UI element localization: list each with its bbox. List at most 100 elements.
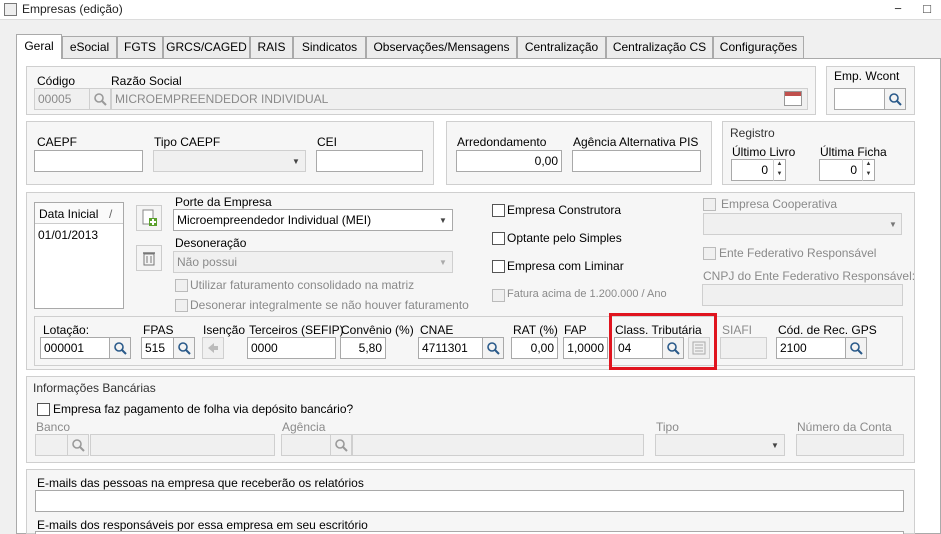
construtora-checkbox[interactable] (492, 204, 505, 217)
fap-input[interactable]: 1,0000 (563, 337, 608, 359)
emails-responsaveis-label: E-mails dos responsáveis por essa empres… (37, 518, 368, 532)
tab-geral[interactable]: Geral (16, 34, 62, 59)
cnae-input[interactable]: 4711301 (418, 337, 483, 359)
conta-input[interactable] (796, 434, 904, 456)
tipo-caepf-label: Tipo CAEPF (154, 135, 221, 149)
search-icon (94, 93, 107, 106)
convenio-input[interactable]: 5,80 (340, 337, 386, 359)
fpas-input[interactable]: 515 (141, 337, 174, 359)
highlight-box (609, 313, 717, 370)
cooperativa-checkbox[interactable] (703, 198, 716, 211)
chevron-down-icon[interactable]: ▼ (287, 150, 305, 172)
search-icon (487, 342, 500, 355)
tab-observacoes[interactable]: Observações/Mensagens (366, 36, 517, 58)
desonerar-integral-label: Desonerar integralmente se não houver fa… (190, 298, 469, 312)
lotacao-input[interactable]: 000001 (40, 337, 110, 359)
lotacao-search-button[interactable] (109, 337, 131, 359)
codigo-label: Código (37, 74, 76, 88)
emails-relatorios-input[interactable] (35, 490, 904, 512)
search-icon (114, 342, 127, 355)
codigo-input[interactable]: 00005 (34, 88, 90, 110)
tab-centralizacao-cs[interactable]: Centralização CS (606, 36, 713, 58)
liminar-checkbox[interactable] (492, 260, 505, 273)
chevron-down-icon[interactable]: ▼ (884, 213, 902, 235)
agencia-search-button[interactable] (330, 434, 352, 456)
search-icon (889, 93, 902, 106)
title-bar: Empresas (edição) − □ (0, 0, 941, 20)
maximize-button[interactable]: □ (918, 1, 936, 18)
fap-label: FAP (564, 323, 587, 337)
delete-button[interactable] (136, 245, 162, 271)
data-inicial-header: Data Inicial (39, 207, 99, 221)
tab-esocial[interactable]: eSocial (62, 36, 117, 58)
fpas-search-button[interactable] (173, 337, 195, 359)
fat-consolidado-checkbox[interactable] (175, 279, 188, 292)
search-icon (850, 342, 863, 355)
tab-sindicatos[interactable]: Sindicatos (293, 36, 366, 58)
banco-label: Banco (36, 420, 71, 434)
codigo-search-button[interactable] (89, 88, 111, 110)
siafi-input[interactable] (720, 337, 767, 359)
list-item[interactable]: 01/01/2013 (38, 228, 98, 242)
cnpj-ente-input[interactable] (702, 284, 903, 306)
tipo-caepf-select[interactable] (153, 150, 306, 172)
deposito-checkbox[interactable] (37, 403, 50, 416)
porte-select[interactable]: Microempreendedor Individual (MEI) (173, 209, 453, 231)
agencia-input[interactable] (281, 434, 331, 456)
add-document-button[interactable] (136, 205, 162, 231)
terceiros-input[interactable]: 0000 (247, 337, 336, 359)
emp-wcont-input[interactable] (834, 88, 885, 110)
chevron-down-icon[interactable]: ▼ (766, 434, 784, 456)
tab-fgts[interactable]: FGTS (117, 36, 163, 58)
fatura-acima-label: Fatura acima de 1.200.000 / Ano (507, 288, 667, 300)
cei-input[interactable] (316, 150, 423, 172)
window-title: Empresas (edição) (22, 2, 123, 16)
chevron-down-icon[interactable]: ▼ (434, 209, 452, 231)
desoneracao-select[interactable]: Não possui (173, 251, 453, 273)
fatura-acima-checkbox[interactable] (492, 289, 505, 302)
codrec-gps-search-button[interactable] (845, 337, 867, 359)
isencao-button[interactable] (202, 337, 224, 359)
rat-input[interactable]: 0,00 (511, 337, 558, 359)
cnae-search-button[interactable] (482, 337, 504, 359)
conta-label: Número da Conta (797, 420, 892, 434)
sort-icon[interactable]: / (109, 207, 112, 221)
chevron-down-icon[interactable]: ▼ (434, 251, 452, 273)
rat-label: RAT (%) (513, 323, 558, 337)
banco-input[interactable] (35, 434, 68, 456)
convenio-label: Convênio (%) (341, 323, 414, 337)
arredondamento-input[interactable]: 0,00 (456, 150, 562, 172)
ente-federativo-label: Ente Federativo Responsável (719, 246, 877, 260)
fat-consolidado-label: Utilizar faturamento consolidado na matr… (190, 278, 415, 292)
search-icon (335, 439, 348, 452)
agencia-name-input[interactable] (352, 434, 644, 456)
ultimo-livro-spinner[interactable]: ▲ ▼ (773, 159, 785, 181)
tab-configuracoes[interactable]: Configurações (713, 36, 804, 58)
codrec-gps-input[interactable]: 2100 (776, 337, 846, 359)
caepf-input[interactable] (34, 150, 143, 172)
simples-checkbox[interactable] (492, 232, 505, 245)
ultima-ficha-spinner[interactable]: ▲ ▼ (862, 159, 874, 181)
app-icon (4, 3, 17, 16)
data-inicial-list[interactable]: Data Inicial / 01/01/2013 (34, 202, 124, 309)
emp-wcont-search-button[interactable] (884, 88, 906, 110)
banco-search-button[interactable] (67, 434, 89, 456)
construtora-label: Empresa Construtora (507, 203, 622, 217)
agencia-pis-input[interactable] (572, 150, 701, 172)
razao-social-input[interactable]: MICROEMPREENDEDOR INDIVIDUAL (111, 88, 808, 110)
tab-rais[interactable]: RAIS (250, 36, 293, 58)
banco-name-input[interactable] (90, 434, 275, 456)
minimize-button[interactable]: − (889, 1, 907, 18)
search-icon (178, 342, 191, 355)
ente-federativo-checkbox[interactable] (703, 247, 716, 260)
ultima-ficha-label: Última Ficha (820, 145, 887, 159)
caepf-label: CAEPF (37, 135, 78, 149)
emails-relatorios-label: E-mails das pessoas na empresa que receb… (37, 476, 364, 490)
add-document-icon (142, 209, 157, 226)
desonerar-integral-checkbox[interactable] (175, 299, 188, 312)
lotacao-label: Lotação: (43, 323, 90, 337)
calendar-icon[interactable] (784, 91, 802, 106)
tab-grcs-caged[interactable]: GRCS/CAGED (163, 36, 250, 58)
tab-centralizacao[interactable]: Centralização (517, 36, 606, 58)
cooperativa-select[interactable] (703, 213, 902, 235)
